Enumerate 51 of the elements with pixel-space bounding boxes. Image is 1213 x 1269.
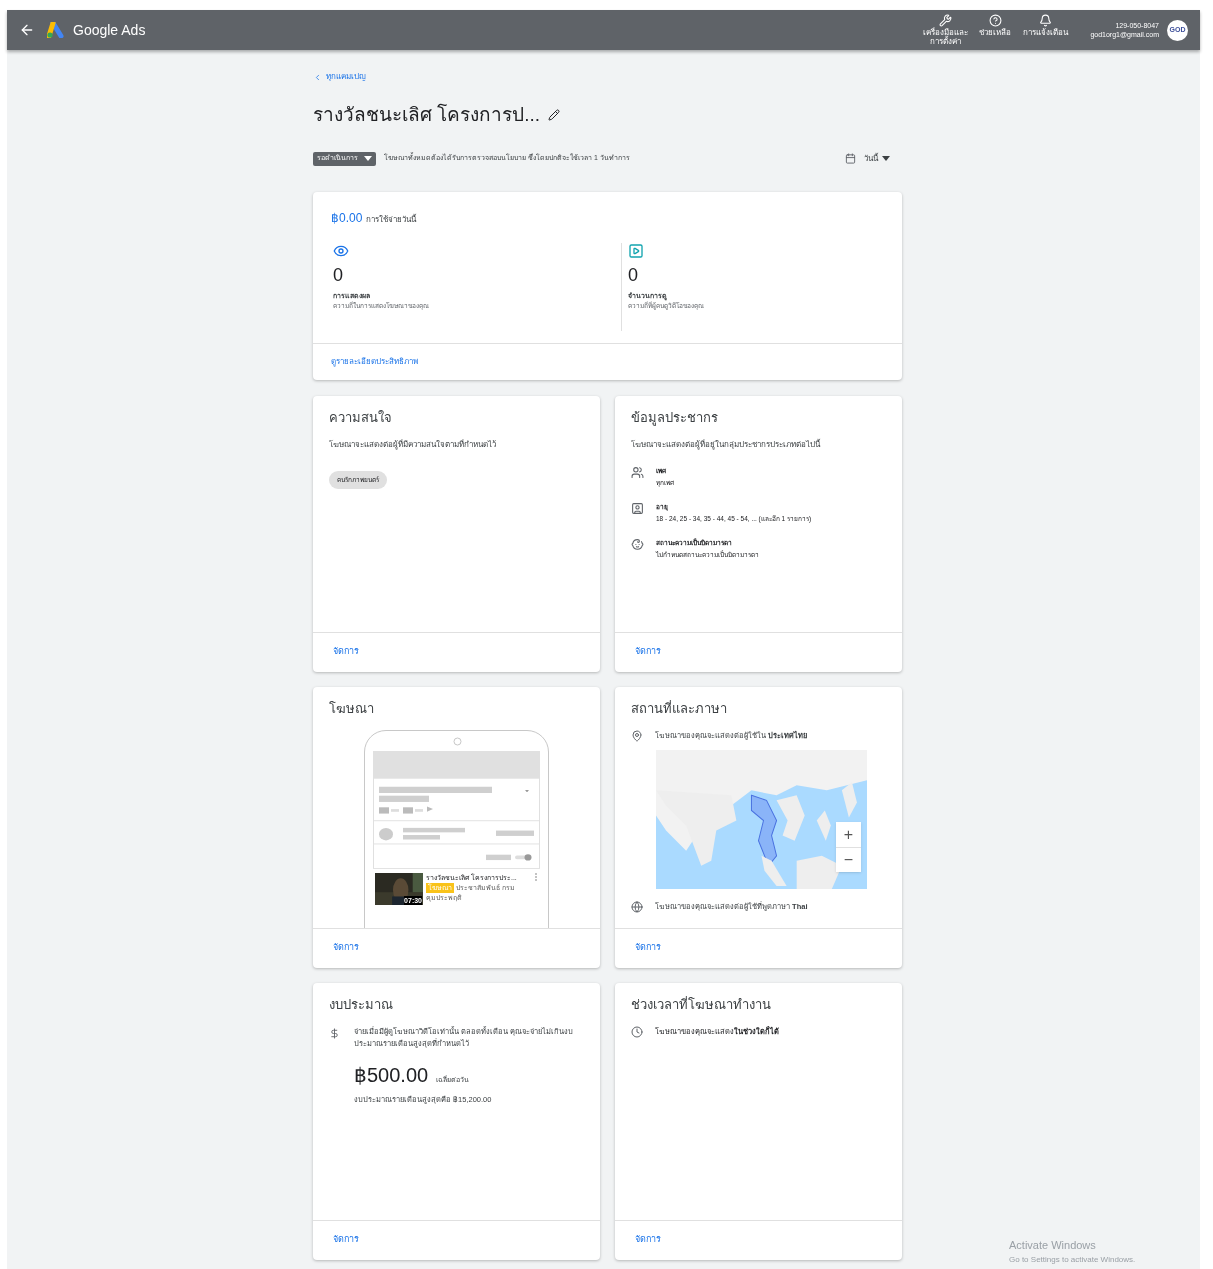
card-description: โฆษณาจะแสดงต่อผู้ที่มีความสนใจตามที่กำหนดไว้	[329, 439, 497, 451]
card-title: ข้อมูลประชากร	[631, 408, 719, 427]
caret-icon	[364, 156, 372, 161]
manage-link[interactable]: จัดการ	[635, 645, 661, 659]
people-icon	[631, 466, 644, 479]
baby-icon	[631, 538, 644, 551]
app-name: Google Ads	[73, 20, 146, 40]
person-card-icon	[631, 502, 644, 515]
back-icon[interactable]	[19, 22, 35, 38]
chevron-left-icon	[313, 72, 322, 82]
wrench-icon	[938, 14, 952, 27]
manage-link[interactable]: จัดการ	[333, 941, 359, 955]
card-title: งบประมาณ	[329, 995, 394, 1014]
budget-amount: ฿500.00	[354, 1063, 429, 1088]
zoom-in-button[interactable]: +	[836, 822, 861, 847]
card-title: โฆษณา	[329, 699, 375, 718]
toolbar-button[interactable]: ช่วยเหลือ	[971, 10, 1020, 37]
performance-link[interactable]: ดูรายละเอียดประสิทธิภาพ	[331, 355, 418, 368]
manage-link[interactable]: จัดการ	[635, 1233, 661, 1247]
card-description: โฆษณาจะแสดงต่อผู้ที่อยู่ในกลุ่มประชากรประเภทต่อไปนี้	[631, 439, 822, 451]
edit-icon[interactable]	[548, 109, 561, 122]
manage-link[interactable]: จัดการ	[333, 645, 359, 659]
bell-icon	[1038, 14, 1052, 27]
dollar-icon	[329, 1028, 340, 1039]
help-icon	[988, 14, 1002, 27]
clock-icon	[631, 1026, 643, 1038]
date-range-dropdown[interactable]: วันนี้	[864, 152, 890, 165]
caret-icon	[882, 156, 890, 161]
cost-value: ฿0.00	[331, 209, 363, 227]
breadcrumb-link[interactable]: ทุกแคมเปญ	[313, 71, 902, 83]
toolbar-button[interactable]: เครื่องมือและการตั้งค่า	[921, 10, 970, 46]
logo-icon	[47, 22, 65, 38]
card-title: สถานที่และภาษา	[631, 699, 728, 718]
location-pin-icon	[631, 730, 643, 742]
metric-value: 0	[333, 264, 344, 285]
manage-link[interactable]: จัดการ	[333, 1233, 359, 1247]
camera-icon	[453, 737, 462, 746]
activation-title: Activate Windows	[1009, 1238, 1097, 1253]
play-icon	[628, 242, 644, 259]
globe-icon	[631, 901, 643, 913]
manage-link[interactable]: จัดการ	[635, 941, 661, 955]
map[interactable]: + −	[656, 750, 867, 889]
campaign-title: รางวัลชนะเลิศ โครงการป...	[313, 102, 541, 127]
card-title: ความสนใจ	[329, 408, 393, 427]
toolbar-button[interactable]: การแจ้งเตือน	[1021, 10, 1070, 37]
card-title: ช่วงเวลาที่โฆษณาทำงาน	[631, 995, 772, 1014]
zoom-out-button[interactable]: −	[836, 847, 861, 872]
activation-text: Go to Settings to activate Windows.	[1009, 1253, 1136, 1266]
cost-label: การใช้จ่ายวันนี้	[366, 213, 417, 226]
metric-value: 0	[628, 264, 639, 285]
calendar-icon	[845, 153, 856, 164]
